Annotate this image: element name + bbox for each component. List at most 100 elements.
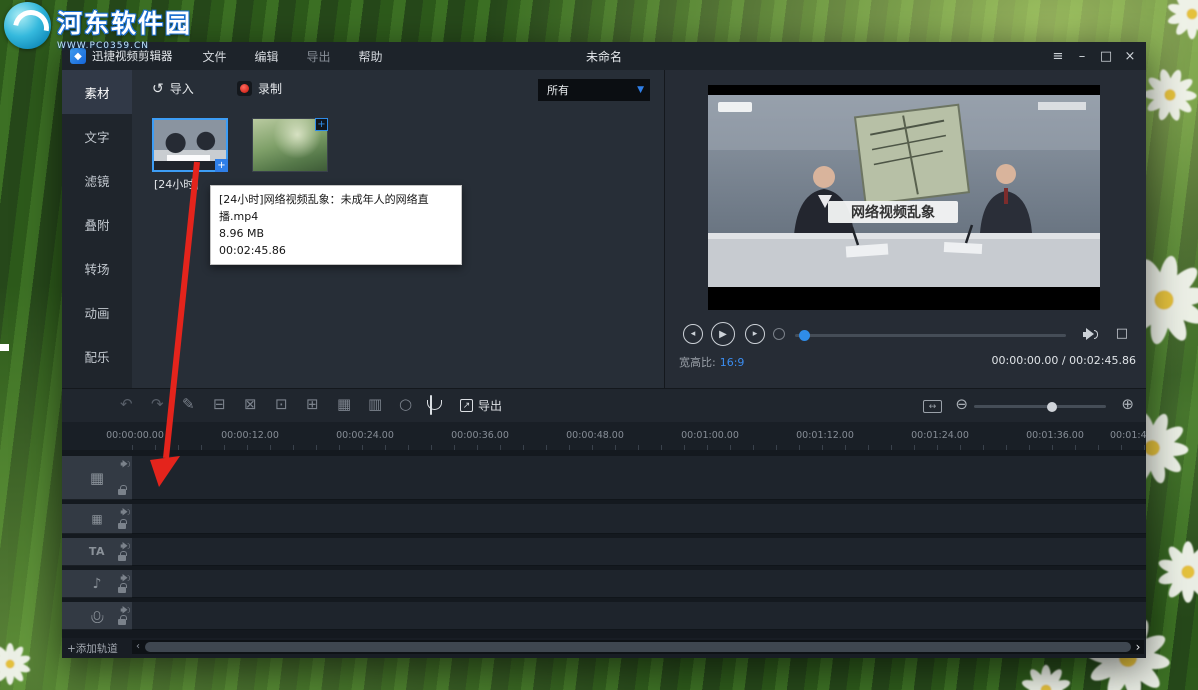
- media-item[interactable]: +: [252, 118, 328, 172]
- timeline-ruler[interactable]: 00:00:00.00 00:00:12.00 00:00:24.00 00:0…: [62, 422, 1146, 450]
- add-to-timeline-badge[interactable]: +: [215, 159, 228, 172]
- text-track-icon: TA: [89, 545, 105, 558]
- text-track-header[interactable]: TA: [62, 538, 132, 566]
- audio-levels-icon[interactable]: ▥: [368, 397, 382, 412]
- ruler-label: 00:01:00.00: [679, 430, 741, 441]
- previous-frame-button[interactable]: ◂: [683, 324, 703, 344]
- zoom-slider[interactable]: [974, 405, 1106, 408]
- fullscreen-icon[interactable]: □: [1116, 326, 1128, 341]
- record-icon: [237, 81, 252, 96]
- copy-icon[interactable]: ⊞: [306, 397, 319, 412]
- play-button[interactable]: ▶: [711, 322, 735, 346]
- lock-icon[interactable]: [118, 555, 126, 561]
- music-track-header[interactable]: ♪: [62, 570, 132, 598]
- seek-handle[interactable]: [799, 330, 810, 341]
- site-watermark: 河东软件园 WWW.PC0359.CN: [4, 0, 192, 51]
- edit-icon[interactable]: ✎: [182, 397, 195, 412]
- titlebar: ◆ 迅捷视频剪辑器 文件 编辑 导出 帮助 未命名 ≡ – □ ×: [62, 42, 1146, 70]
- tab-transition[interactable]: 转场: [62, 246, 132, 290]
- tooltip-duration: 00:02:45.86: [219, 242, 453, 259]
- ruler-label: 00:01:12.00: [794, 430, 856, 441]
- menu-file[interactable]: 文件: [203, 48, 227, 65]
- video-track-2: ▦: [62, 504, 1146, 534]
- lock-icon[interactable]: [118, 489, 126, 495]
- mute-icon[interactable]: [120, 542, 129, 550]
- tab-overlay[interactable]: 叠附: [62, 202, 132, 246]
- aspect-ratio-label: 宽高比:: [679, 356, 716, 369]
- redo-icon[interactable]: ↷: [151, 397, 164, 412]
- video-track-1: ▦: [62, 456, 1146, 500]
- menu-export[interactable]: 导出: [307, 48, 331, 65]
- music-track-lane[interactable]: [132, 570, 1146, 598]
- voice-track-lane[interactable]: [132, 602, 1146, 630]
- lock-icon[interactable]: [118, 619, 126, 625]
- timeline-toolbar: ↶ ↷ ✎ ⊟ ⊠ ⊡ ⊞ ▦ ▥ ○ ↗ 导出 ↔ ⊖ ⊕: [62, 388, 1146, 422]
- fit-timeline-icon[interactable]: ↔: [923, 400, 942, 413]
- minimize-button[interactable]: –: [1070, 49, 1094, 64]
- menu-help[interactable]: 帮助: [359, 48, 383, 65]
- upper-content: 素材 文字 滤镜 叠附 转场 动画 配乐 ↺ 导入 录制: [62, 70, 1146, 388]
- tab-animation[interactable]: 动画: [62, 290, 132, 334]
- menu-edit[interactable]: 编辑: [255, 48, 279, 65]
- zoom-slider-handle[interactable]: [1047, 402, 1057, 412]
- close-button[interactable]: ×: [1118, 49, 1142, 64]
- download-badge[interactable]: +: [315, 118, 328, 131]
- seek-bar[interactable]: [795, 334, 1066, 337]
- rotate-icon[interactable]: ○: [399, 397, 412, 412]
- next-frame-button[interactable]: ▸: [745, 324, 765, 344]
- crop-icon[interactable]: ⊡: [275, 397, 288, 412]
- mute-icon[interactable]: [120, 606, 129, 614]
- video-track-1-lane[interactable]: [132, 456, 1146, 500]
- tab-material[interactable]: 素材: [62, 70, 132, 114]
- zoom-out-icon[interactable]: ⊖: [955, 397, 968, 412]
- add-track-button[interactable]: +添加轨道: [67, 641, 118, 656]
- lock-icon[interactable]: [118, 587, 126, 593]
- export-button[interactable]: ↗ 导出: [460, 397, 502, 414]
- mosaic-icon[interactable]: ▦: [337, 397, 351, 412]
- video-track-2-lane[interactable]: [132, 504, 1146, 534]
- zoom-in-icon[interactable]: ⊕: [1121, 397, 1134, 412]
- scrollbar-thumb[interactable]: [145, 642, 1131, 652]
- ruler-label: 00:00:36.00: [449, 430, 511, 441]
- media-tooltip: [24小时]网络视频乱象：未成年人的网络直播.mp4 8.96 MB 00:02…: [210, 185, 462, 265]
- import-button[interactable]: ↺ 导入: [152, 80, 194, 97]
- horizontal-scrollbar[interactable]: ‹ ›: [132, 640, 1144, 654]
- record-label: 录制: [258, 80, 282, 97]
- import-icon: ↺: [152, 81, 164, 97]
- window-controls: ≡ – □ ×: [1046, 42, 1142, 70]
- filter-dropdown[interactable]: 所有 ▼: [538, 79, 650, 101]
- undo-icon[interactable]: ↶: [120, 397, 133, 412]
- film-icon: ▦: [91, 512, 102, 526]
- timeline-bottom-bar: +添加轨道 ‹ ›: [62, 638, 1146, 658]
- ruler-label: 00:00:48.00: [564, 430, 626, 441]
- tooltip-filename: [24小时]网络视频乱象：未成年人的网络直播.mp4: [219, 191, 453, 225]
- timeline-tracks: ▦ ▦ TA ♪: [62, 450, 1146, 640]
- mute-icon[interactable]: [120, 574, 129, 582]
- scroll-right-icon[interactable]: ›: [1132, 641, 1144, 653]
- tab-text[interactable]: 文字: [62, 114, 132, 158]
- tab-music[interactable]: 配乐: [62, 334, 132, 378]
- aspect-ratio-value[interactable]: 16:9: [720, 356, 745, 369]
- split-icon[interactable]: ⊟: [213, 397, 226, 412]
- watermark-subtitle: WWW.PC0359.CN: [57, 41, 192, 51]
- mute-icon[interactable]: [120, 508, 129, 516]
- text-track-lane[interactable]: [132, 538, 1146, 566]
- hamburger-menu-icon[interactable]: ≡: [1046, 49, 1070, 64]
- maximize-button[interactable]: □: [1094, 49, 1118, 64]
- video-track-1-header[interactable]: ▦: [62, 456, 132, 500]
- scroll-left-icon[interactable]: ‹: [132, 642, 144, 652]
- tab-filter[interactable]: 滤镜: [62, 158, 132, 202]
- volume-icon[interactable]: [1083, 328, 1098, 341]
- record-button[interactable]: 录制: [237, 80, 282, 97]
- mute-icon[interactable]: [120, 460, 129, 468]
- video-track-2-header[interactable]: ▦: [62, 504, 132, 534]
- delete-icon[interactable]: ⊠: [244, 397, 257, 412]
- microphone-icon[interactable]: [430, 398, 432, 413]
- voice-track-header[interactable]: [62, 602, 132, 630]
- media-item-selected[interactable]: +: [152, 118, 228, 172]
- stop-button[interactable]: [773, 328, 785, 340]
- ruler-label: 00:01:24.00: [909, 430, 971, 441]
- video-preview[interactable]: 网络视频乱象: [708, 85, 1100, 310]
- lock-icon[interactable]: [118, 523, 126, 529]
- ruler-label: 00:01:36.00: [1024, 430, 1086, 441]
